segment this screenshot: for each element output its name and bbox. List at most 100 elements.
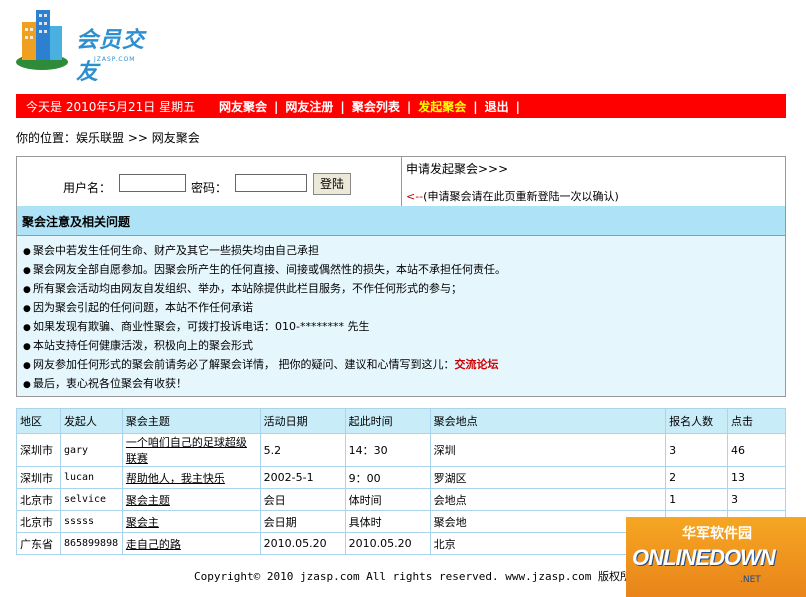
notice-item: ● 所有聚会活动均由网友自发组织、举办，本站除提供此栏目服务，不作任何形式的参与；: [23, 281, 506, 300]
bullet-icon: ●: [23, 323, 31, 333]
bullet-icon: ●: [23, 247, 31, 257]
cell-clicks: 46: [726, 433, 787, 467]
notice-title: 聚会注意及相关问题: [22, 215, 131, 229]
cell-region: 北京市: [16, 488, 61, 511]
breadcrumb: 你的位置：娱乐联盟 >> 网友聚会: [16, 131, 200, 145]
login-form: 用户名： 密码： 登陆: [17, 157, 402, 207]
cell-topic: 聚会主题: [121, 488, 261, 511]
cell-date: 5.2: [259, 433, 346, 467]
col-header-region: 地区: [16, 408, 61, 434]
nav-link-meetup[interactable]: 网友聚会: [219, 100, 267, 114]
topic-link[interactable]: 聚会主题: [126, 494, 170, 507]
nav-links: 网友聚会 | 网友注册 | 聚会列表 | 发起聚会 | 退出 |: [219, 98, 527, 115]
cell-date: 2002-5-1: [259, 466, 346, 489]
bullet-icon: ●: [23, 361, 31, 371]
cell-topic: 一个咱们自己的足球超级联赛: [121, 433, 261, 467]
top-nav-bar: 今天是 2010年5月21日 星期五 网友聚会 | 网友注册 | 聚会列表 | 发起聚会 | 退…: [16, 94, 786, 118]
nav-link-register[interactable]: 网友注册: [285, 100, 333, 114]
table-row: 深圳市 lucan 帮助他人，我主快乐 2002-5-1 9：00 罗湖区 2 …: [16, 466, 787, 489]
cell-time: 9：00: [344, 466, 431, 489]
notice-item: ● 因为聚会引起的任何问题，本站不作任何承诺: [23, 300, 506, 319]
notice-header: 聚会注意及相关问题: [16, 206, 786, 236]
copyright-footer: Copyright© 2010 jzasp.com All rights res…: [194, 570, 642, 583]
notice-item: ● 如果发现有欺骗、商业性聚会，可拨打投诉电话：010-******** 先生: [23, 319, 506, 338]
cell-date: 2010.05.20: [259, 532, 346, 555]
cell-date: 会日期: [259, 510, 346, 533]
notice-item: ● 聚会网友全部自愿参加。因聚会所产生的任何直接、间接或偶然性的损失，本站不承担任…: [23, 262, 506, 281]
cell-location: 罗湖区: [429, 466, 667, 489]
apply-meetup-link[interactable]: 申请发起聚会>>>: [406, 160, 508, 177]
apply-meetup-panel: 申请发起聚会>>> <--(申请聚会请在此页重新登陆一次以确认): [403, 157, 785, 207]
col-header-time: 起此时间: [344, 408, 431, 434]
cell-organizer: sssss: [59, 510, 123, 533]
bullet-icon: ●: [23, 266, 31, 276]
watermark-logo: 华军软件园 ONLINEDOWN .NET: [626, 517, 806, 597]
cell-region: 北京市: [16, 510, 61, 533]
topic-link[interactable]: 走自己的路: [126, 538, 181, 551]
username-input[interactable]: [119, 174, 186, 192]
cell-signups: 2: [665, 466, 728, 489]
watermark-en-text: ONLINEDOWN: [632, 545, 776, 570]
cell-organizer: gary: [59, 433, 123, 467]
login-panel: 用户名： 密码： 登陆 申请发起聚会>>> <--(申请聚会请在此页重新登陆一次…: [16, 156, 786, 208]
cell-time: 2010.05.20: [344, 532, 431, 555]
apply-note-text: (申请聚会请在此页重新登陆一次以确认): [423, 190, 619, 203]
col-header-date: 活动日期: [259, 408, 346, 434]
cell-location: 会地点: [429, 488, 667, 511]
nav-link-create-meetup[interactable]: 发起聚会: [418, 100, 466, 114]
nav-separator: |: [515, 100, 521, 114]
password-input[interactable]: [235, 174, 307, 192]
cell-topic: 帮助他人，我主快乐: [121, 466, 261, 489]
table-row: 北京市 selvice 聚会主题 会日 体时间 会地点 1 3: [16, 488, 787, 511]
cell-region: 广东省: [16, 532, 61, 555]
notice-item: ● 网友参加任何形式的聚会前请务必了解聚会详情， 把你的疑问、建议和心情写到这儿：…: [23, 357, 506, 376]
logo-text: 会员交友: [76, 27, 146, 85]
cell-clicks: 3: [726, 488, 787, 511]
watermark-domain-text: .NET: [740, 575, 761, 585]
topic-link[interactable]: 一个咱们自己的足球超级联赛: [126, 436, 247, 465]
watermark-cn-text: 华军软件园: [682, 526, 752, 542]
current-date: 今天是 2010年5月21日 星期五: [26, 100, 196, 114]
username-label: 用户名：: [63, 181, 112, 195]
cell-time: 体时间: [344, 488, 431, 511]
nav-separator: |: [406, 100, 412, 114]
site-logo[interactable]: 会员交友 JZASP.COM: [14, 6, 164, 85]
cell-region: 深圳市: [16, 433, 61, 467]
col-header-organizer: 发起人: [59, 408, 123, 434]
notice-list: ● 聚会中若发生任何生命、财产及其它一些损失均由自己承担 ● 聚会网友全部自愿参加。…: [23, 243, 506, 395]
nav-separator: |: [473, 100, 478, 114]
col-header-clicks: 点击: [726, 408, 787, 434]
topic-link[interactable]: 聚会主: [126, 516, 159, 529]
col-header-signups: 报名人数: [665, 408, 728, 434]
nav-link-logout[interactable]: 退出: [485, 100, 509, 114]
notice-item: ● 本站支持任何健康活泼，积极向上的聚会形式: [23, 338, 506, 357]
cell-organizer: 865899898: [59, 532, 123, 555]
col-header-topic: 聚会主题: [121, 408, 261, 434]
cell-signups: 3: [665, 433, 728, 467]
bullet-icon: ●: [23, 380, 31, 390]
notice-item: ● 聚会中若发生任何生命、财产及其它一些损失均由自己承担: [23, 243, 506, 262]
cell-topic: 聚会主: [121, 510, 261, 533]
left-arrow-icon: <--: [406, 190, 424, 203]
cell-time: 14：30: [344, 433, 431, 467]
table-header-row: 地区 发起人 聚会主题 活动日期 起此时间 聚会地点 报名人数 点击: [16, 408, 787, 434]
cell-signups: 1: [665, 488, 728, 511]
cell-date: 会日: [259, 488, 346, 511]
cell-location: 深圳: [429, 433, 667, 467]
login-button[interactable]: 登陆: [313, 173, 351, 195]
bullet-icon: ●: [23, 304, 31, 314]
nav-link-meetup-list[interactable]: 聚会列表: [352, 100, 400, 114]
col-header-location: 聚会地点: [429, 408, 667, 434]
bullet-icon: ●: [23, 342, 31, 352]
notice-body: ● 聚会中若发生任何生命、财产及其它一些损失均由自己承担 ● 聚会网友全部自愿参加。…: [16, 235, 786, 397]
topic-link[interactable]: 帮助他人，我主快乐: [126, 472, 225, 485]
apply-meetup-note: <--(申请聚会请在此页重新登陆一次以确认): [406, 188, 619, 204]
notice-item: ● 最后，衷心祝各位聚会有收获！: [23, 376, 506, 395]
cell-organizer: lucan: [59, 466, 123, 489]
table-row: 深圳市 gary 一个咱们自己的足球超级联赛 5.2 14：30 深圳 3 46: [16, 433, 787, 467]
cell-clicks: 13: [726, 466, 787, 489]
nav-separator: |: [274, 100, 279, 114]
building-logo-icon: [16, 10, 68, 70]
password-label: 密码：: [191, 181, 228, 195]
forum-link[interactable]: 交流论坛: [455, 358, 499, 371]
